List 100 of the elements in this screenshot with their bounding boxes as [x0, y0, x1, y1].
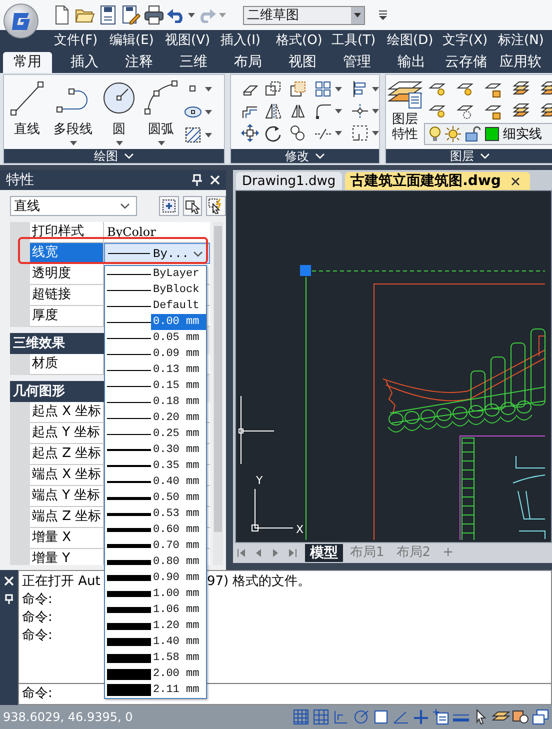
next-icon[interactable]: [271, 548, 280, 558]
windows-icon[interactable]: [532, 708, 550, 726]
caret-icon[interactable]: [116, 141, 122, 146]
fillet-icon[interactable]: [314, 102, 332, 120]
draw-tool-button[interactable]: 直线: [8, 77, 46, 147]
ribbon-tab[interactable]: 注释: [112, 52, 166, 73]
property-label[interactable]: 超链接: [30, 285, 104, 306]
undo-icon[interactable]: [167, 7, 185, 23]
draw-tool-button[interactable]: 圆弧: [142, 77, 180, 147]
overlap-icon[interactable]: [289, 80, 307, 98]
list-icon[interactable]: [432, 708, 450, 726]
menu-item[interactable]: 工具(T): [332, 31, 387, 49]
lineweight-option[interactable]: 0.53 mm: [105, 506, 206, 522]
lineweight-option[interactable]: 0.25 mm: [105, 426, 206, 442]
lineweight-option[interactable]: 1.20 mm: [105, 618, 206, 634]
draw-tool-button[interactable]: 多段线: [50, 77, 96, 147]
last-page-icon[interactable]: [288, 548, 297, 558]
divide-icon[interactable]: [351, 102, 369, 120]
toggle-pickadd-button[interactable]: [159, 196, 179, 216]
save-as-icon[interactable]: [121, 5, 141, 25]
lineweight-option[interactable]: 0.20 mm: [105, 410, 206, 426]
previous-icon[interactable]: [254, 548, 263, 558]
lineweight-option[interactable]: 2.00 mm: [105, 666, 206, 682]
menu-item[interactable]: 插入(I): [220, 31, 276, 49]
lineweight-option[interactable]: 1.58 mm: [105, 650, 206, 666]
lineweight-option[interactable]: 0.09 mm: [105, 346, 206, 362]
property-label[interactable]: 增量 Y: [30, 549, 104, 565]
lineweight-option[interactable]: 0.50 mm: [105, 490, 206, 506]
property-label[interactable]: 端点 X 坐标: [30, 465, 104, 486]
square-icon[interactable]: [372, 708, 390, 726]
property-label[interactable]: 透明度: [30, 264, 104, 285]
rotate-icon[interactable]: [264, 124, 282, 142]
caret-icon[interactable]: [372, 86, 379, 92]
print-icon[interactable]: [144, 5, 164, 25]
lineweight-option[interactable]: 0.05 mm: [105, 330, 206, 346]
caret-icon[interactable]: [188, 12, 195, 18]
first-page-icon[interactable]: [237, 548, 246, 558]
lineweight-option[interactable]: 0.60 mm: [105, 522, 206, 538]
ribbon-tab[interactable]: 常用: [3, 52, 52, 73]
property-label[interactable]: 材质: [30, 354, 104, 375]
copy-icon[interactable]: [264, 80, 282, 98]
lineweight-option[interactable]: 0.35 mm: [105, 458, 206, 474]
caret-icon[interactable]: [205, 110, 212, 114]
draw-tool-button[interactable]: 圆: [100, 77, 138, 147]
property-label[interactable]: 起点 Z 坐标: [30, 444, 104, 465]
lineweight-option[interactable]: 0.15 mm: [105, 378, 206, 394]
layer-properties-button[interactable]: 图层特性: [390, 77, 420, 147]
ribbon-tab[interactable]: 输出: [384, 52, 438, 73]
menu-item[interactable]: 标注(N): [498, 31, 552, 49]
property-label[interactable]: 起点 X 坐标: [30, 402, 104, 423]
lineweight-option[interactable]: 2.11 mm: [105, 682, 206, 698]
lineweight-option[interactable]: 0.40 mm: [105, 474, 206, 490]
property-label[interactable]: 打印样式: [30, 222, 104, 243]
lineweight-option[interactable]: ByLayer: [105, 266, 206, 282]
lineweight-option[interactable]: Default: [105, 298, 206, 314]
ribbon-tab[interactable]: 云存储: [438, 52, 493, 73]
lineweight-option[interactable]: 0.80 mm: [105, 554, 206, 570]
drawing-canvas[interactable]: Y X: [235, 190, 552, 543]
layer-dropdown[interactable]: 细实线: [424, 123, 552, 145]
ribbon-tab[interactable]: 布局: [220, 52, 275, 73]
caret-icon[interactable]: [354, 12, 361, 18]
document-tab[interactable]: 古建筑立面建筑图.dwg: [344, 172, 530, 190]
menu-item[interactable]: 文字(X): [442, 31, 498, 49]
property-label[interactable]: 端点 Z 坐标: [30, 507, 104, 528]
hatch-icon[interactable]: [184, 126, 202, 144]
select-objects-button[interactable]: [182, 196, 202, 216]
grid-icon[interactable]: [312, 708, 330, 726]
property-label[interactable]: 起点 Y 坐标: [30, 423, 104, 444]
scrollbar[interactable]: [213, 222, 223, 565]
caret-icon[interactable]: [335, 86, 342, 92]
workspace-dropdown[interactable]: 二维草图: [243, 6, 365, 24]
ribbon-tab[interactable]: 三维: [166, 52, 220, 73]
ribbon-tab[interactable]: 应用软: [493, 52, 548, 73]
circles-icon[interactable]: [289, 124, 307, 142]
chevron-icon[interactable]: [120, 203, 130, 209]
caret-icon[interactable]: [205, 86, 212, 92]
quick-select-button[interactable]: [206, 196, 226, 216]
caret-icon[interactable]: [335, 108, 342, 114]
caret-icon[interactable]: [372, 108, 379, 114]
corner-icon[interactable]: [332, 708, 350, 726]
lineweight-option[interactable]: 0.70 mm: [105, 538, 206, 554]
move-icon[interactable]: [241, 124, 259, 142]
dashed-square-icon[interactable]: [351, 124, 369, 142]
section-header[interactable]: 几何图形: [10, 381, 104, 402]
pin-icon[interactable]: [192, 174, 202, 186]
menu-item[interactable]: 文件(F): [54, 31, 110, 49]
document-tab[interactable]: Drawing1.dwg: [236, 172, 342, 190]
property-label[interactable]: 线宽: [30, 243, 104, 264]
lineweight-option[interactable]: 0.13 mm: [105, 362, 206, 378]
chevron-icon[interactable]: [193, 250, 203, 256]
property-label[interactable]: 端点 Y 坐标: [30, 486, 104, 507]
menu-item[interactable]: 视图(V): [165, 31, 220, 49]
lineweight-option[interactable]: 1.00 mm: [105, 586, 206, 602]
lineweight-option[interactable]: 1.40 mm: [105, 634, 206, 650]
caret-icon[interactable]: [335, 130, 342, 136]
array-icon[interactable]: [314, 80, 332, 98]
save-icon[interactable]: [98, 5, 118, 25]
menu-item[interactable]: 格式(O): [276, 31, 332, 49]
layout-tab[interactable]: 模型: [305, 544, 343, 562]
caret-icon[interactable]: [205, 132, 212, 138]
